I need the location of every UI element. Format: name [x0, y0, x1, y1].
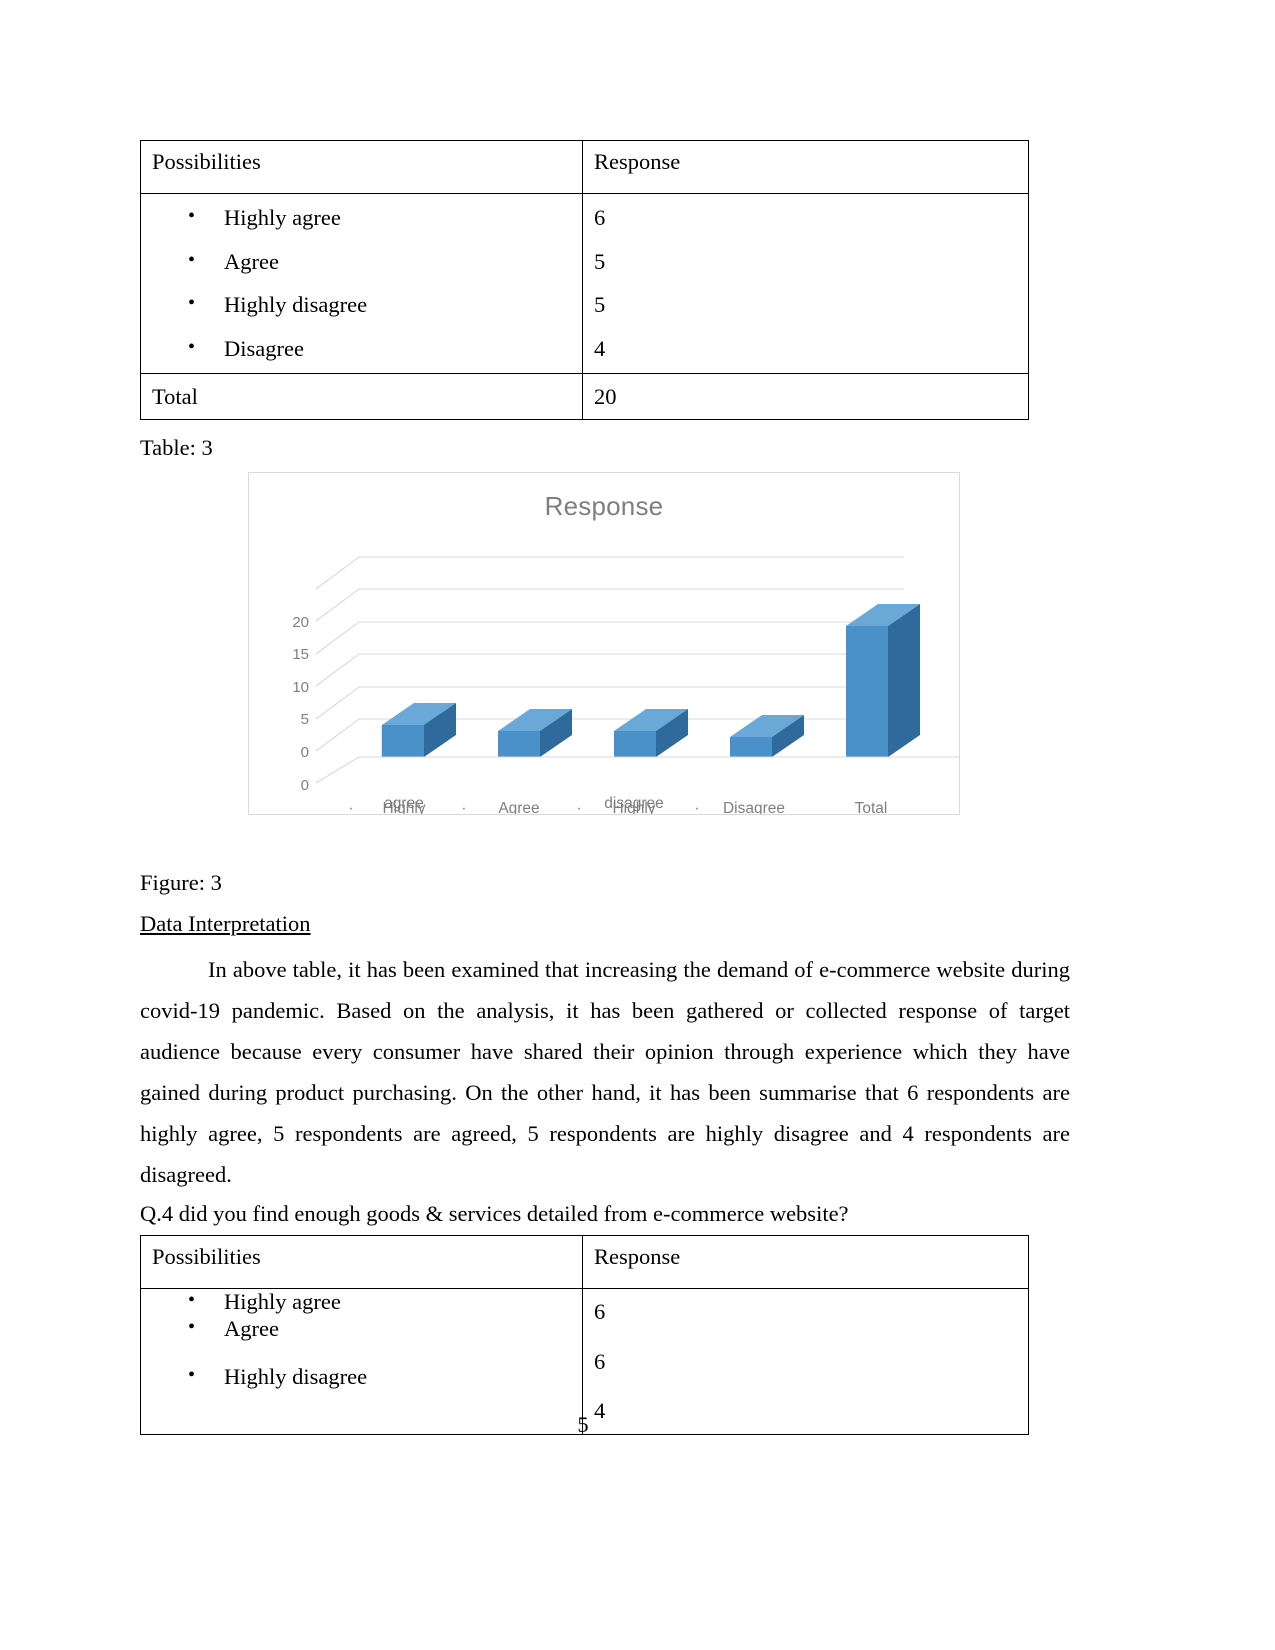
figure-caption: Figure: 3 [140, 870, 222, 895]
table-body-row: • Highly agree • Agree • Highly disagree • D… [140, 193, 1029, 374]
table-header-row: Possibilities Response [140, 1235, 1029, 1289]
response-value: 5 [594, 292, 606, 318]
table-3-container: Possibilities Response • Highly agree • Ag… [140, 140, 1029, 421]
y-tick-label: 20 [292, 614, 309, 631]
body-cell-response: 6 5 5 4 [582, 193, 1029, 374]
response-value: 5 [594, 248, 606, 274]
document-page: Possibilities Response • Highly agree • Ag… [140, 0, 1070, 1650]
x-tick-label-line2: agree [384, 795, 424, 812]
list-item: • Highly disagree [141, 1364, 582, 1391]
header-possibilities-text: Possibilities [152, 1244, 261, 1269]
x-tick-label-line2: disagree [604, 795, 664, 812]
total-value: 20 [594, 383, 617, 409]
chart-plot-area: 0 5 10 15 20 0 · · · · Highly Agree High… [292, 556, 959, 814]
response-value: 4 [594, 335, 606, 361]
bullet-icon: • [188, 1364, 196, 1387]
total-cell-label: Total [140, 372, 583, 421]
bar-highly-agree [381, 703, 456, 758]
y-tick-label: 5 [301, 711, 309, 728]
response-value: 6 [594, 1348, 606, 1374]
table-header-row: Possibilities Response [140, 140, 1029, 194]
list-item: • Disagree [141, 335, 582, 361]
page-number: 5 [577, 1412, 589, 1437]
header-cell-possibilities: Possibilities [140, 140, 583, 194]
axis-riser [315, 756, 360, 784]
option-label: Highly disagree [224, 1364, 368, 1390]
y-tick-label: 0 [301, 744, 309, 761]
y-tick-label: 15 [292, 646, 309, 663]
total-cell-value: 20 [582, 372, 1029, 421]
options-list: • Highly agree • Agree • Highly disagree • D… [141, 206, 582, 361]
header-response-text: Response [594, 1244, 681, 1269]
y-tick-label-zero: 0 [301, 777, 309, 794]
list-item: • Highly agree [141, 1289, 582, 1316]
list-item: • Highly agree [141, 206, 582, 230]
y-tick-label: 10 [292, 679, 309, 696]
list-item: • Agree [141, 248, 582, 274]
option-label: Agree [224, 1315, 279, 1341]
option-label: Highly agree [224, 1289, 341, 1314]
bullet-icon: • [188, 292, 196, 315]
option-label: Disagree [224, 335, 304, 361]
table-total-row: Total 20 [140, 372, 1029, 421]
bullet-icon: • [188, 1289, 196, 1311]
possibilities-response-table-2: Possibilities Response • Highly agree • Ag… [140, 1235, 1029, 1435]
x-axis-second-line: agree disagree [249, 795, 959, 819]
question-4: Q.4 did you find enough goods & services… [140, 1201, 849, 1226]
chart-container: Response 0 5 10 15 20 0 · · · · Highly A… [248, 472, 960, 815]
table-4-container: Possibilities Response • Highly agree • Ag… [140, 1235, 1029, 1435]
list-item: • Highly disagree [141, 293, 582, 317]
possibilities-response-table-1: Possibilities Response • Highly agree • Ag… [140, 140, 1029, 421]
total-label: Total [152, 383, 198, 409]
bullet-icon: • [188, 1315, 196, 1338]
bar-highly-disagree [614, 709, 688, 757]
interpretation-paragraph: In above table, it has been examined tha… [140, 950, 1070, 1196]
option-label: Highly agree [224, 205, 341, 230]
bar-agree [498, 709, 572, 757]
option-label: Agree [224, 248, 279, 274]
bullet-icon: • [188, 335, 196, 358]
data-interpretation-heading: Data Interpretation [140, 911, 311, 936]
response-value: 6 [594, 205, 606, 230]
header-response-text: Response [594, 149, 681, 174]
response-values: 6 5 5 4 [583, 194, 1028, 373]
bar-disagree [730, 715, 804, 757]
list-item: • Agree [141, 1316, 582, 1343]
table-caption: Table: 3 [140, 435, 213, 460]
options-list: • Highly agree • Agree • Highly disagree [141, 1289, 582, 1391]
header-cell-response: Response [582, 140, 1029, 194]
response-value: 6 [594, 1299, 606, 1324]
option-label: Highly disagree [224, 292, 368, 318]
bullet-icon: • [188, 248, 196, 271]
figure-3-chart: Response 0 5 10 15 20 0 · · · · Highly A… [248, 472, 960, 815]
header-possibilities-text: Possibilities [152, 149, 261, 174]
y-axis-ticks: 0 5 10 15 20 [292, 614, 309, 761]
bullet-icon: • [188, 205, 196, 227]
header-cell-possibilities: Possibilities [140, 1235, 583, 1289]
body-cell-possibilities: • Highly agree • Agree • Highly disagree • D… [140, 193, 583, 374]
interpretation-text: In above table, it has been examined tha… [140, 957, 1070, 1187]
header-cell-response: Response [582, 1235, 1029, 1289]
bar-total [846, 604, 920, 757]
